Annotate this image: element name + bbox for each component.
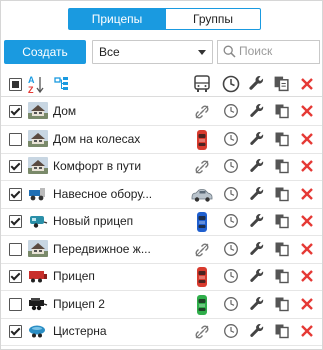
svg-text:A: A — [28, 75, 35, 85]
row-checkbox[interactable] — [9, 187, 22, 201]
sort-az-icon[interactable]: A Z — [28, 74, 46, 94]
row-checkbox[interactable] — [9, 270, 22, 283]
trailer-photo — [28, 212, 48, 229]
trailer-name[interactable]: Цистерна — [53, 324, 107, 338]
table-row[interactable]: Дом — [1, 99, 322, 126]
trailers-panel: Прицепы Группы Создать Все A Z — [0, 0, 323, 350]
chevron-down-icon — [198, 50, 206, 55]
table-row[interactable]: Цистерна — [1, 319, 322, 346]
schedule-column-icon — [222, 75, 240, 93]
search-box[interactable] — [217, 40, 320, 64]
hierarchy-icon[interactable] — [54, 76, 70, 92]
row-checkbox[interactable] — [9, 297, 22, 311]
table-row[interactable]: Навесное обору... — [1, 182, 322, 209]
table-header: A Z — [1, 71, 322, 97]
trailer-photo — [28, 102, 48, 119]
select-all-checkbox[interactable] — [9, 78, 22, 91]
tab-trailers[interactable]: Прицепы — [68, 8, 166, 30]
settings-column-icon — [249, 76, 264, 90]
trailer-photo — [28, 267, 48, 284]
trailer-photo — [28, 294, 48, 312]
trailer-photo — [28, 322, 48, 339]
row-checkbox[interactable] — [9, 132, 22, 146]
trailer-name[interactable]: Комфорт в пути — [53, 159, 141, 173]
table-row[interactable]: Новый прицеп — [1, 209, 322, 236]
vehicle-column-icon — [194, 75, 210, 92]
trailer-photo — [28, 157, 48, 174]
trailer-photo — [28, 184, 48, 202]
create-button[interactable]: Создать — [4, 40, 86, 64]
trailer-name[interactable]: Передвижное ж... — [53, 242, 151, 256]
tab-bar: Прицепы Группы — [68, 8, 261, 30]
copy-column-icon — [274, 76, 289, 92]
trailer-name[interactable]: Прицеп 2 — [53, 297, 105, 311]
filter-select[interactable]: Все — [92, 40, 213, 64]
row-checkbox[interactable] — [9, 105, 22, 118]
search-icon — [223, 45, 236, 58]
row-checkbox[interactable] — [9, 242, 22, 256]
row-checkbox[interactable] — [9, 215, 22, 228]
trailer-name[interactable]: Дом на колесах — [53, 132, 140, 146]
table-row[interactable]: Комфорт в пути — [1, 154, 322, 181]
svg-text:Z: Z — [28, 85, 34, 94]
trailer-photo — [28, 239, 48, 257]
tab-groups[interactable]: Группы — [166, 8, 261, 30]
trailer-name[interactable]: Дом — [53, 104, 76, 118]
delete-column-icon — [301, 78, 313, 90]
trailer-name[interactable]: Навесное обору... — [53, 187, 152, 201]
trailer-name[interactable]: Прицеп — [53, 269, 95, 283]
table-row[interactable]: Передвижное ж... — [1, 237, 322, 264]
table-row[interactable]: Прицеп — [1, 264, 322, 291]
search-input[interactable] — [239, 43, 315, 59]
row-checkbox[interactable] — [9, 160, 22, 173]
trailer-photo — [28, 129, 48, 147]
row-checkbox[interactable] — [9, 325, 22, 338]
trailer-name[interactable]: Новый прицеп — [53, 214, 133, 228]
table-row[interactable]: Прицеп 2 — [1, 292, 322, 319]
table-row[interactable]: Дом на колесах — [1, 127, 322, 154]
filter-select-value: Все — [99, 45, 120, 59]
